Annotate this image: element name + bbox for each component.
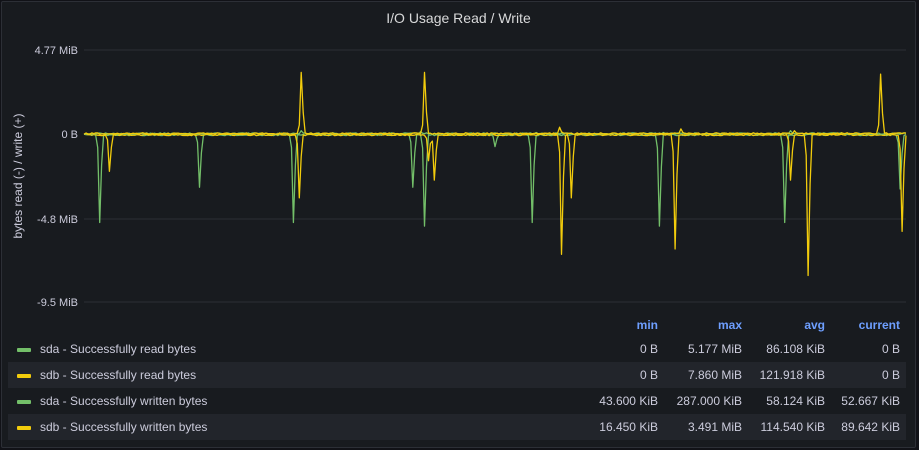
series-min: 16.450 KiB [599,420,658,434]
series-current: 52.667 KiB [841,394,900,408]
series-min: 43.600 KiB [599,394,658,408]
series-line [83,71,907,135]
series-name[interactable]: sda - Successfully written bytes [40,394,207,408]
y-tick-label: 0 B [61,129,78,141]
series-color-swatch[interactable] [17,374,31,378]
legend-row[interactable]: sda - Successfully read bytes 0 B 5.177 … [8,336,906,362]
series-name[interactable]: sdb - Successfully read bytes [40,368,196,382]
series-color-swatch[interactable] [17,348,31,352]
series-min: 0 B [639,368,658,382]
legend-row[interactable]: sdb - Successfully written bytes 16.450 … [8,414,906,440]
series-max: 287.000 KiB [676,394,742,408]
series-max: 5.177 MiB [687,342,742,356]
series-name[interactable]: sdb - Successfully written bytes [40,420,207,434]
series-color-swatch[interactable] [17,426,31,430]
series-current: 0 B [881,368,900,382]
series-current: 89.642 KiB [841,420,900,434]
y-tick-label: -9.5 MiB [37,297,78,309]
series-min: 0 B [639,342,658,356]
series-color-swatch[interactable] [17,400,31,404]
legend-header: min max avg current [8,314,906,336]
series-avg: 58.124 KiB [766,394,825,408]
legend-header-min[interactable]: min [637,318,658,332]
legend-header-avg[interactable]: avg [804,318,825,332]
legend-row[interactable]: sdb - Successfully read bytes 0 B 7.860 … [8,362,906,388]
legend-header-max[interactable]: max [718,318,742,332]
legend-row[interactable]: sda - Successfully written bytes 43.600 … [8,388,906,414]
y-axis-label: bytes read (-) / write (+) [11,113,25,238]
series-current: 0 B [881,342,900,356]
series-avg: 114.540 KiB [760,420,826,434]
series-max: 7.860 MiB [687,368,742,382]
series-line [83,133,907,227]
series-avg: 86.108 KiB [766,342,825,356]
series-avg: 121.918 KiB [759,368,825,382]
y-tick-label: 4.77 MiB [35,45,78,57]
series-name[interactable]: sda - Successfully read bytes [40,342,196,356]
legend-header-current[interactable]: current [859,318,900,332]
series-max: 3.491 MiB [687,420,742,434]
y-tick-label: -4.8 MiB [37,214,78,226]
legend-table: min max avg current sda - Successfully r… [8,314,906,440]
